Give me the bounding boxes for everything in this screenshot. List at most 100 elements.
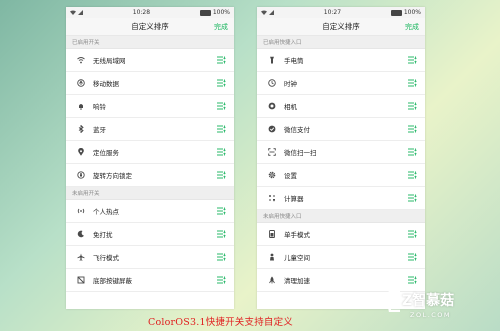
signal-icons bbox=[70, 10, 83, 15]
logo-bracket-icon bbox=[386, 290, 400, 312]
list-item-label: 移动数据 bbox=[93, 80, 119, 88]
signal-status-icon bbox=[78, 10, 83, 15]
signal-icons bbox=[261, 10, 274, 15]
list-item[interactable]: 飞行模式 bbox=[66, 246, 234, 269]
list-item[interactable]: 响铃 bbox=[66, 95, 234, 118]
drag-handle-icon[interactable] bbox=[408, 125, 417, 133]
drag-handle-icon[interactable] bbox=[408, 102, 417, 110]
list-item[interactable]: 设置 bbox=[257, 164, 425, 187]
list-item-label: 相机 bbox=[284, 103, 297, 111]
battery-percent: 100% bbox=[212, 9, 230, 16]
list-item[interactable]: 微信扫一扫 bbox=[257, 141, 425, 164]
list-item-label: 旋转方向锁定 bbox=[93, 172, 132, 180]
enabled-section-header: 已启用快捷入口 bbox=[257, 36, 425, 49]
done-button[interactable]: 完成 bbox=[214, 22, 228, 32]
drag-handle-icon[interactable] bbox=[217, 253, 226, 261]
list-item[interactable]: 旋转方向锁定 bbox=[66, 164, 234, 187]
drag-handle-icon[interactable] bbox=[408, 230, 417, 238]
title-bar: 自定义排序 完成 bbox=[66, 18, 234, 36]
disabled-section-header: 未启用开关 bbox=[66, 187, 234, 200]
wechat-pay-icon bbox=[268, 125, 276, 133]
clock-icon bbox=[268, 79, 276, 87]
bell-icon bbox=[77, 102, 85, 110]
list-item[interactable]: 移动数据 bbox=[66, 72, 234, 95]
list-item-label: 底部按键屏蔽 bbox=[93, 277, 132, 285]
left-phone-screen: 10:28 100% 自定义排序 完成 已启用开关 无线局域网 移动数据 响铃 蓝牙定… bbox=[66, 7, 234, 309]
enabled-list: 手电筒时钟相机微信支付微信扫一扫设置计算器 bbox=[257, 49, 425, 210]
list-item[interactable]: 底部按键屏蔽 bbox=[66, 269, 234, 292]
disabled-section-header: 未启用快捷入口 bbox=[257, 210, 425, 223]
list-item-label: 个人热点 bbox=[93, 208, 119, 216]
list-item[interactable]: 儿童空间 bbox=[257, 246, 425, 269]
camera-icon bbox=[268, 102, 276, 110]
wifi-status-icon bbox=[261, 10, 267, 15]
drag-handle-icon[interactable] bbox=[217, 207, 226, 215]
wifi-status-icon bbox=[70, 10, 76, 15]
drag-handle-icon[interactable] bbox=[408, 148, 417, 156]
calculator-icon bbox=[268, 194, 276, 202]
list-item-label: 单手模式 bbox=[284, 231, 310, 239]
bluetooth-icon bbox=[77, 125, 85, 133]
drag-handle-icon[interactable] bbox=[408, 276, 417, 284]
gear-icon bbox=[268, 171, 276, 179]
title-bar: 自定义排序 完成 bbox=[257, 18, 425, 36]
drag-handle-icon[interactable] bbox=[408, 56, 417, 64]
caption: ColorOS3.1快捷开关支持自定义 bbox=[148, 317, 293, 328]
disabled-list: 单手模式 儿童空间 清理加速 bbox=[257, 223, 425, 292]
list-item[interactable]: 无线局域网 bbox=[66, 49, 234, 72]
battery-icon bbox=[199, 9, 211, 16]
signal-status-icon bbox=[269, 10, 274, 15]
list-item[interactable]: 定位服务 bbox=[66, 141, 234, 164]
rocket-icon bbox=[268, 276, 276, 284]
wechat-scan-icon bbox=[268, 148, 276, 156]
drag-handle-icon[interactable] bbox=[217, 56, 226, 64]
list-item-label: 定位服务 bbox=[93, 149, 119, 157]
moon-icon bbox=[77, 230, 85, 238]
battery-percent: 100% bbox=[403, 9, 421, 16]
list-item[interactable]: 微信支付 bbox=[257, 118, 425, 141]
drag-handle-icon[interactable] bbox=[217, 276, 226, 284]
drag-handle-icon[interactable] bbox=[408, 194, 417, 202]
drag-handle-icon[interactable] bbox=[408, 171, 417, 179]
list-item-label: 无线局域网 bbox=[93, 57, 126, 65]
rotation-lock-icon bbox=[77, 171, 85, 179]
list-item[interactable]: 相机 bbox=[257, 95, 425, 118]
list-item-label: 设置 bbox=[284, 172, 297, 180]
list-item-label: 响铃 bbox=[93, 103, 106, 111]
list-item[interactable]: 免打扰 bbox=[66, 223, 234, 246]
list-item-label: 蓝牙 bbox=[93, 126, 106, 134]
battery-icon bbox=[390, 9, 402, 16]
status-bar: 10:27 100% bbox=[257, 7, 425, 18]
drag-handle-icon[interactable] bbox=[217, 230, 226, 238]
list-item-label: 计算器 bbox=[284, 195, 304, 203]
drag-handle-icon[interactable] bbox=[217, 102, 226, 110]
list-item-label: 飞行模式 bbox=[93, 254, 119, 262]
list-item[interactable]: 时钟 bbox=[257, 72, 425, 95]
done-button[interactable]: 完成 bbox=[405, 22, 419, 32]
enabled-list: 无线局域网移动数据响铃蓝牙定位服务旋转方向锁定 bbox=[66, 49, 234, 187]
drag-handle-icon[interactable] bbox=[217, 171, 226, 179]
airplane-icon bbox=[77, 253, 85, 261]
enabled-section-header: 已启用开关 bbox=[66, 36, 234, 49]
drag-handle-icon[interactable] bbox=[217, 148, 226, 156]
hotspot-icon bbox=[77, 207, 85, 215]
kids-icon bbox=[268, 253, 276, 261]
watermark-subtext: ZOL.COM bbox=[410, 311, 452, 319]
list-item-label: 微信支付 bbox=[284, 126, 310, 134]
drag-handle-icon[interactable] bbox=[217, 79, 226, 87]
list-item[interactable]: 手电筒 bbox=[257, 49, 425, 72]
wifi-icon bbox=[77, 56, 85, 64]
drag-handle-icon[interactable] bbox=[408, 253, 417, 261]
list-item[interactable]: 个人热点 bbox=[66, 200, 234, 223]
flashlight-icon bbox=[268, 56, 276, 64]
list-item-label: 免打扰 bbox=[93, 231, 113, 239]
drag-handle-icon[interactable] bbox=[408, 79, 417, 87]
list-item[interactable]: 蓝牙 bbox=[66, 118, 234, 141]
list-item[interactable]: 单手模式 bbox=[257, 223, 425, 246]
location-icon bbox=[77, 148, 85, 156]
drag-handle-icon[interactable] bbox=[217, 125, 226, 133]
list-item[interactable]: 计算器 bbox=[257, 187, 425, 210]
list-item-label: 手电筒 bbox=[284, 57, 304, 65]
right-phone-screen: 10:27 100% 自定义排序 完成 已启用快捷入口 手电筒时钟相机微信支付微… bbox=[257, 7, 425, 309]
status-time: 10:27 bbox=[323, 9, 342, 16]
